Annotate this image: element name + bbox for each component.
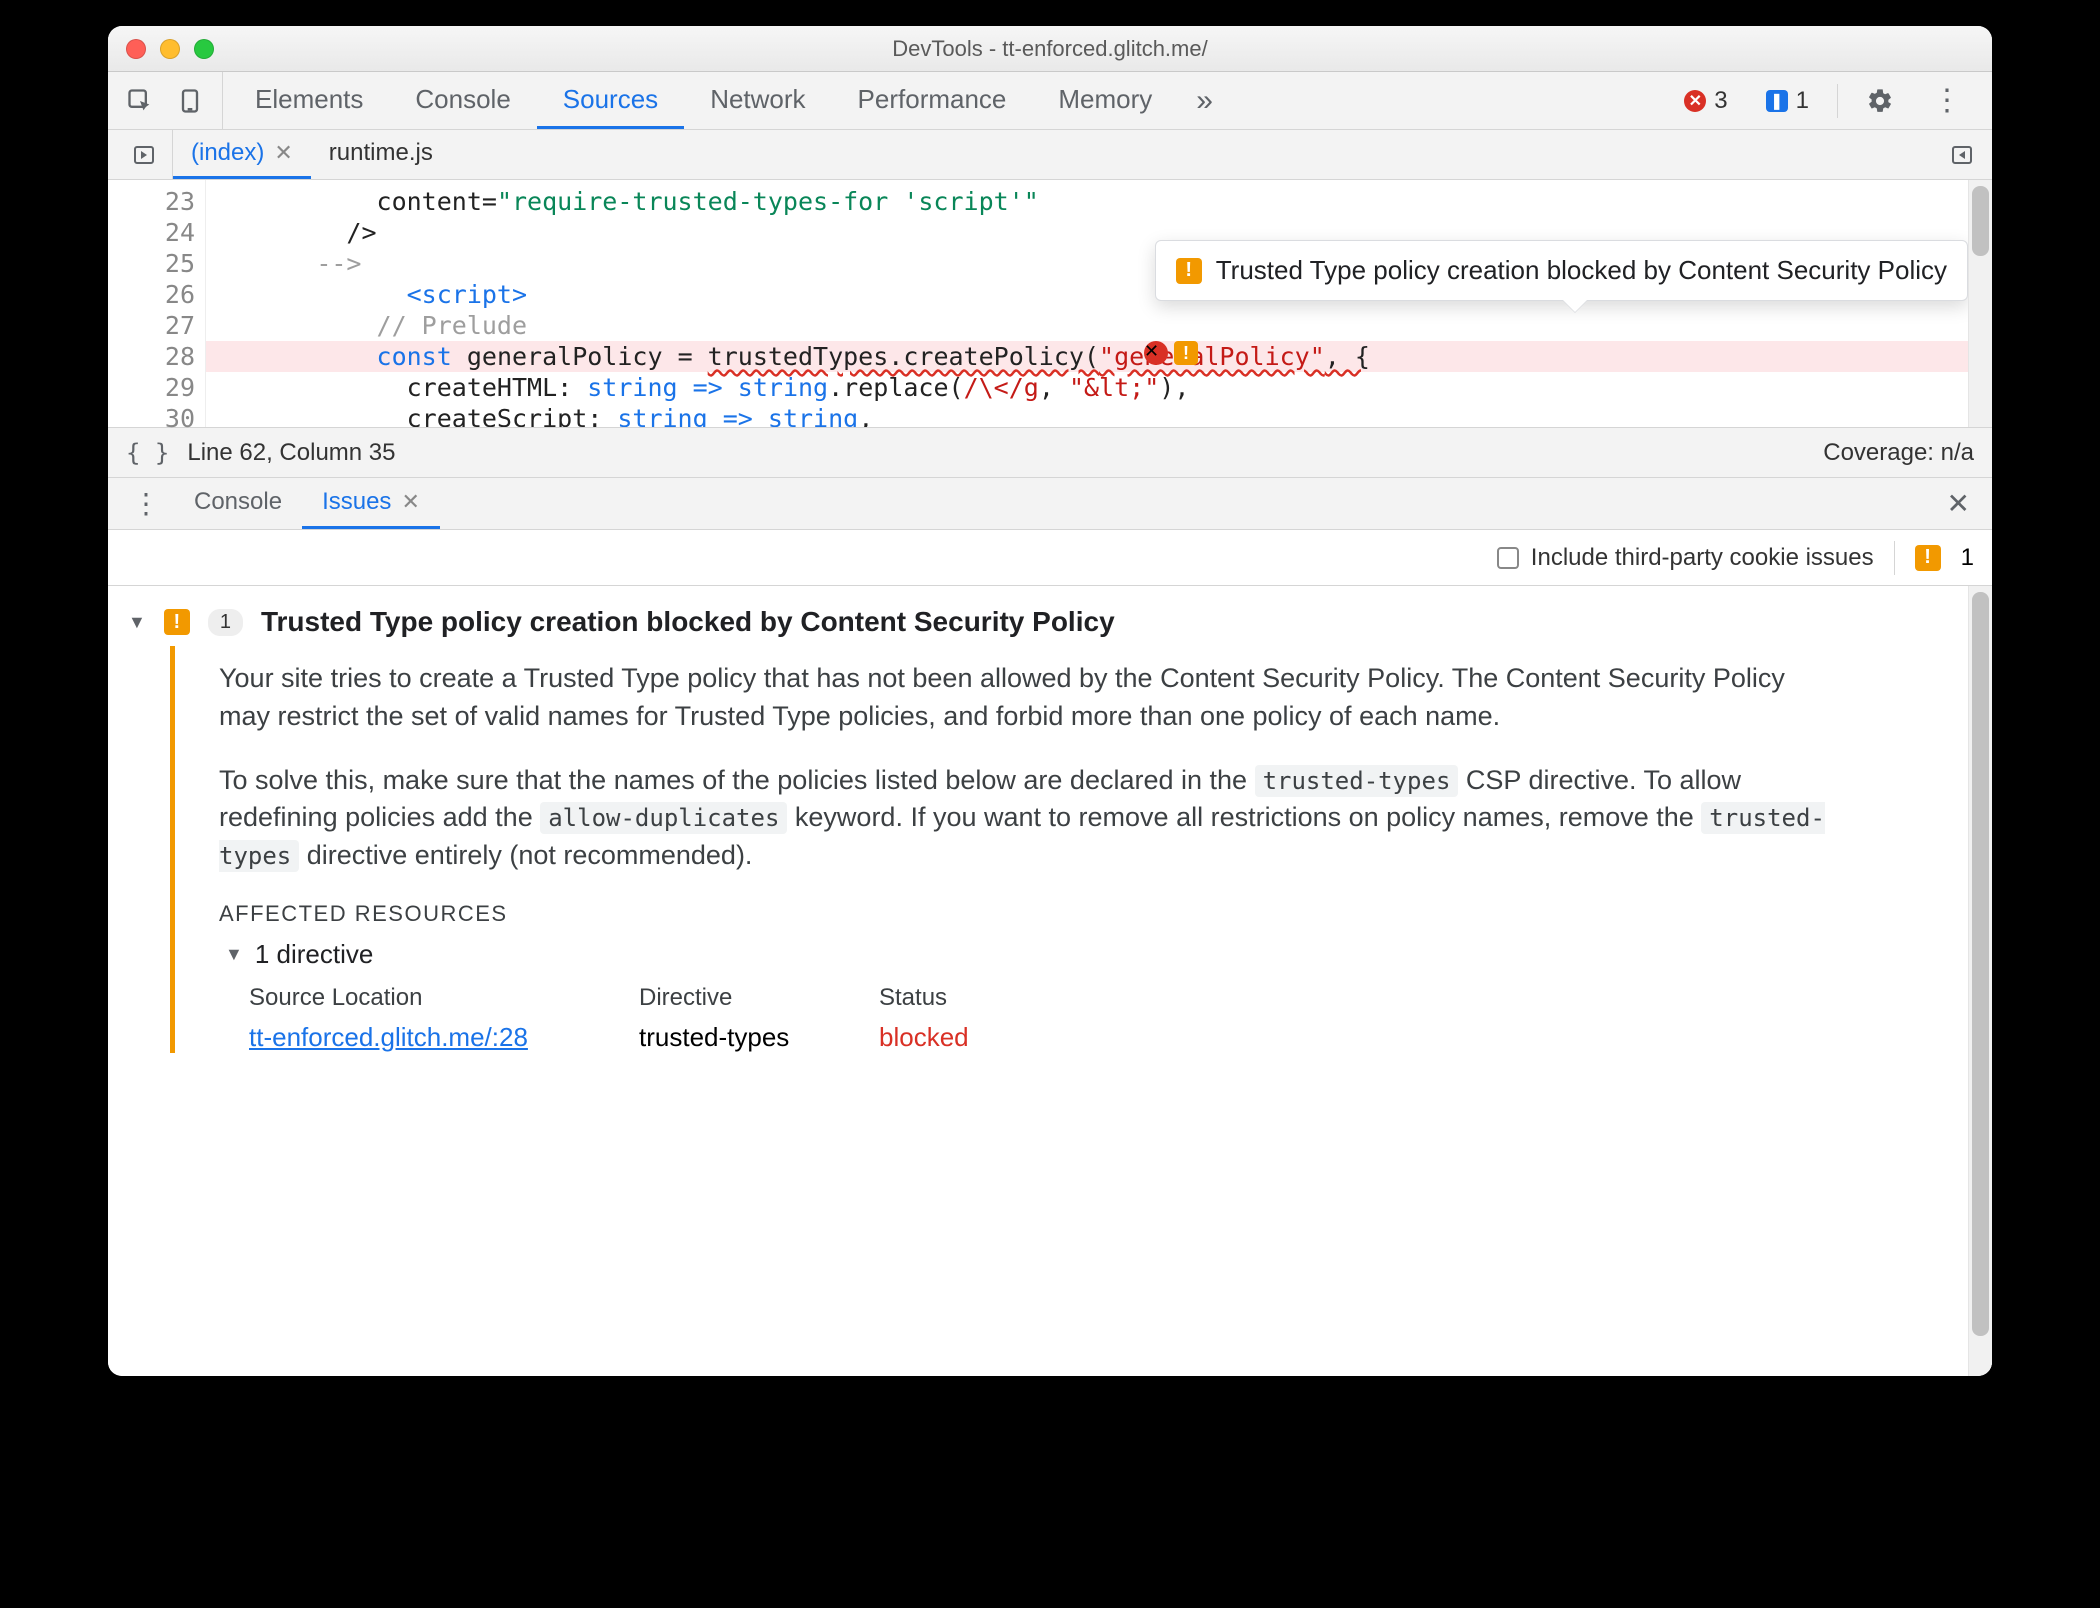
pretty-print-icon[interactable]: { }: [126, 439, 169, 467]
window-title: DevTools - tt-enforced.glitch.me/: [108, 36, 1992, 62]
drawer-close-icon[interactable]: ✕: [1935, 487, 1982, 520]
drawer-more-icon[interactable]: ⋮: [118, 487, 174, 520]
col-header-status: Status: [879, 984, 1079, 1012]
drawer-tabs: ⋮ Console Issues ✕ ✕: [108, 478, 1992, 530]
file-tabs-bar: (index) ✕ runtime.js: [108, 130, 1992, 180]
tab-sources[interactable]: Sources: [537, 72, 684, 129]
cursor-position: Line 62, Column 35: [187, 439, 395, 467]
coverage-status: Coverage: n/a: [1823, 439, 1974, 467]
code-chip: allow-duplicates: [540, 802, 787, 834]
titlebar: DevTools - tt-enforced.glitch.me/: [108, 26, 1992, 72]
device-toolbar-icon[interactable]: [176, 87, 204, 115]
message-icon: ❚: [1766, 90, 1788, 112]
tab-elements[interactable]: Elements: [229, 72, 389, 129]
affected-resources-table: Source Location Directive Status tt-enfo…: [249, 984, 1830, 1053]
issue-body: Your site tries to create a Trusted Type…: [170, 646, 1870, 1053]
issues-filter-bar: Include third-party cookie issues ! 1: [108, 530, 1992, 586]
tabs-overflow-button[interactable]: »: [1178, 72, 1231, 129]
tab-console[interactable]: Console: [389, 72, 536, 129]
settings-gear-icon[interactable]: [1856, 87, 1904, 115]
issue-paragraph-2: To solve this, make sure that the names …: [219, 762, 1830, 875]
divider: [1837, 84, 1838, 118]
col-header-directive: Directive: [639, 984, 879, 1012]
inspect-element-icon[interactable]: [126, 87, 154, 115]
error-icon: ✕: [1144, 341, 1168, 365]
code-chip: trusted-types: [1255, 765, 1459, 797]
errors-chip[interactable]: ✕ 3: [1674, 83, 1737, 119]
issue-count-badge: 1: [208, 609, 243, 636]
issue-paragraph-1: Your site tries to create a Trusted Type…: [219, 660, 1830, 736]
checkbox-icon[interactable]: [1497, 547, 1519, 569]
drawer-tab-issues[interactable]: Issues ✕: [302, 478, 440, 529]
main-tabs: Elements Console Sources Network Perform…: [229, 72, 1231, 129]
tab-network[interactable]: Network: [684, 72, 831, 129]
messages-chip[interactable]: ❚ 1: [1756, 83, 1819, 119]
issue-tooltip: ! Trusted Type policy creation blocked b…: [1155, 240, 1968, 301]
line-error-badges[interactable]: ✕ !: [1144, 341, 1198, 365]
file-tab-index[interactable]: (index) ✕: [173, 130, 311, 179]
source-scrollbar[interactable]: [1968, 180, 1992, 427]
warning-icon: !: [1176, 258, 1202, 284]
sidebar-toggle-icon[interactable]: [1948, 141, 1976, 169]
tab-memory[interactable]: Memory: [1032, 72, 1178, 129]
close-icon[interactable]: ✕: [274, 140, 292, 166]
source-location-link[interactable]: tt-enforced.glitch.me/:28: [249, 1022, 528, 1052]
directive-summary: 1 directive: [255, 939, 374, 970]
checkbox-label: Include third-party cookie issues: [1531, 544, 1874, 572]
close-icon[interactable]: ✕: [401, 489, 419, 515]
tooltip-text: Trusted Type policy creation blocked by …: [1216, 255, 1947, 286]
source-editor[interactable]: 2324252627282930 content="require-truste…: [108, 180, 1992, 428]
drawer-tab-console[interactable]: Console: [174, 478, 302, 529]
status-chips: ✕ 3 ❚ 1 ⋮: [1674, 83, 1972, 119]
status-cell: blocked: [879, 1022, 1079, 1053]
more-menu-icon[interactable]: ⋮: [1922, 83, 1972, 118]
disclosure-triangle-icon[interactable]: ▼: [128, 612, 146, 633]
line-gutter: 2324252627282930: [108, 180, 206, 427]
warning-icon: !: [1915, 545, 1941, 571]
main-toolbar: Elements Console Sources Network Perform…: [108, 72, 1992, 130]
issues-warn-count: 1: [1961, 544, 1974, 572]
directive-cell: trusted-types: [639, 1022, 879, 1053]
third-party-cookie-checkbox[interactable]: Include third-party cookie issues: [1497, 544, 1874, 572]
messages-count: 1: [1796, 87, 1809, 115]
divider: [1894, 541, 1895, 575]
source-status-bar: { } Line 62, Column 35 Coverage: n/a: [108, 428, 1992, 478]
file-tab-label: (index): [191, 139, 264, 167]
navigator-toggle-icon[interactable]: [130, 141, 158, 169]
file-tab-runtime[interactable]: runtime.js: [311, 130, 451, 179]
devtools-window: DevTools - tt-enforced.glitch.me/ Elemen…: [108, 26, 1992, 1376]
affected-resources-header: AFFECTED RESOURCES: [219, 901, 1830, 927]
warning-icon: !: [1174, 341, 1198, 365]
tab-performance[interactable]: Performance: [832, 72, 1033, 129]
disclosure-triangle-icon[interactable]: ▼: [225, 944, 243, 965]
issue-title: Trusted Type policy creation blocked by …: [261, 606, 1115, 638]
error-icon: ✕: [1684, 90, 1706, 112]
issue-header[interactable]: ▼ ! 1 Trusted Type policy creation block…: [108, 586, 1992, 646]
table-row: tt-enforced.glitch.me/:28 trusted-types …: [249, 1022, 1830, 1053]
file-tab-label: runtime.js: [329, 139, 433, 167]
warning-icon: !: [164, 609, 190, 635]
errors-count: 3: [1714, 87, 1727, 115]
directive-summary-row[interactable]: ▼ 1 directive: [225, 939, 1830, 970]
issues-panel: ▼ ! 1 Trusted Type policy creation block…: [108, 586, 1992, 1376]
drawer-tab-label: Issues: [322, 488, 391, 516]
col-header-source-location: Source Location: [249, 984, 639, 1012]
code-area[interactable]: content="require-trusted-types-for 'scri…: [206, 180, 1992, 427]
issues-scrollbar[interactable]: [1968, 586, 1992, 1376]
